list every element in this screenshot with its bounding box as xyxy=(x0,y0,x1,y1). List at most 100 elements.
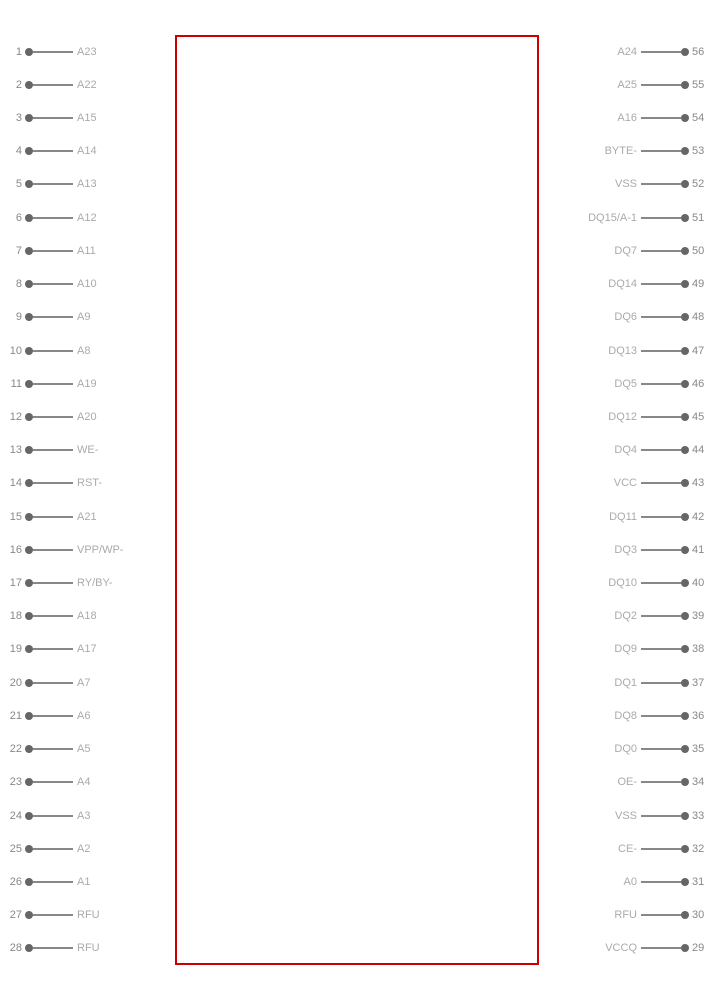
left-pin-row: 8A10 xyxy=(0,274,175,294)
pin-dot xyxy=(25,180,33,188)
pin-label: A2 xyxy=(73,843,90,855)
pin-number: 3 xyxy=(0,112,22,124)
pin-label: DQ5 xyxy=(614,378,641,390)
pin-dot xyxy=(25,645,33,653)
pin-line xyxy=(641,947,681,949)
pin-label: DQ3 xyxy=(614,544,641,556)
left-pin-row: 13 WE- xyxy=(0,440,175,460)
pin-label: A4 xyxy=(73,776,90,788)
right-pin-row: 40DQ10 xyxy=(539,573,714,593)
pin-number: 24 xyxy=(0,810,22,822)
pin-number: 4 xyxy=(0,145,22,157)
left-pin-row: 28 RFU xyxy=(0,938,175,958)
pin-dot xyxy=(681,911,689,919)
pin-label: RFU xyxy=(73,909,100,921)
pin-label: A8 xyxy=(73,345,90,357)
right-pin-row: 49DQ14 xyxy=(539,274,714,294)
pin-line xyxy=(33,549,73,551)
pin-dot xyxy=(681,81,689,89)
pin-line xyxy=(33,183,73,185)
pin-dot xyxy=(681,114,689,122)
pin-number: 47 xyxy=(692,345,714,357)
pin-dot xyxy=(681,612,689,620)
pin-line xyxy=(33,283,73,285)
right-pin-row: 51DQ15/A-1 xyxy=(539,208,714,228)
pin-line xyxy=(641,748,681,750)
pin-line xyxy=(33,582,73,584)
left-pin-row: 6A12 xyxy=(0,208,175,228)
pin-dot xyxy=(681,546,689,554)
pin-label: WE- xyxy=(73,444,98,456)
right-pin-row: 39DQ2 xyxy=(539,606,714,626)
pin-line xyxy=(641,283,681,285)
pin-line xyxy=(33,250,73,252)
pin-number: 21 xyxy=(0,710,22,722)
pin-label: A10 xyxy=(73,278,97,290)
pin-line xyxy=(33,715,73,717)
left-pin-row: 26A1 xyxy=(0,872,175,892)
pin-label: BYTE- xyxy=(605,145,641,157)
pin-number: 22 xyxy=(0,743,22,755)
pin-label: RST- xyxy=(73,477,102,489)
pin-label: VPP/WP- xyxy=(73,544,123,556)
right-pin-row: 47 DQ13 xyxy=(539,341,714,361)
pin-dot xyxy=(25,513,33,521)
pin-number: 25 xyxy=(0,843,22,855)
pin-number: 49 xyxy=(692,278,714,290)
pin-label: A20 xyxy=(73,411,97,423)
pin-line xyxy=(33,350,73,352)
pin-label: RFU xyxy=(73,942,100,954)
pin-number: 51 xyxy=(692,212,714,224)
pin-dot xyxy=(681,347,689,355)
left-pin-row: 19A17 xyxy=(0,639,175,659)
pin-dot xyxy=(681,712,689,720)
pin-label: A22 xyxy=(73,79,97,91)
pin-number: 34 xyxy=(692,776,714,788)
left-pin-row: 1A23 xyxy=(0,42,175,62)
pin-dot xyxy=(25,413,33,421)
left-pin-row: 23A4 xyxy=(0,772,175,792)
pin-label: A25 xyxy=(617,79,641,91)
pin-dot xyxy=(25,147,33,155)
left-pin-row: 17RY/BY- xyxy=(0,573,175,593)
right-pin-row: 42DQ11 xyxy=(539,507,714,527)
pin-label: VCC xyxy=(614,477,641,489)
pin-dot xyxy=(25,944,33,952)
pin-line xyxy=(641,648,681,650)
pin-dot xyxy=(25,446,33,454)
pin-line xyxy=(641,781,681,783)
left-pin-row: 18A18 xyxy=(0,606,175,626)
pin-dot xyxy=(25,214,33,222)
right-pin-row: 30RFU xyxy=(539,905,714,925)
right-pin-row: 33VSS xyxy=(539,806,714,826)
pin-dot xyxy=(681,280,689,288)
pin-number: 28 xyxy=(0,942,22,954)
pin-number: 13 xyxy=(0,444,22,456)
pin-number: 50 xyxy=(692,245,714,257)
right-pin-row: 52VSS xyxy=(539,174,714,194)
pin-dot xyxy=(25,878,33,886)
right-pin-row: 44DQ4 xyxy=(539,440,714,460)
pin-label: A5 xyxy=(73,743,90,755)
pin-label: A1 xyxy=(73,876,90,888)
left-pin-row: 5A13 xyxy=(0,174,175,194)
pin-line xyxy=(33,516,73,518)
pin-line xyxy=(33,648,73,650)
pin-line xyxy=(33,848,73,850)
pin-line xyxy=(33,416,73,418)
pin-number: 14 xyxy=(0,477,22,489)
pin-number: 16 xyxy=(0,544,22,556)
pin-label: DQ13 xyxy=(608,345,641,357)
pin-dot xyxy=(681,313,689,321)
pin-dot xyxy=(25,845,33,853)
left-pin-row: 16 VPP/WP- xyxy=(0,540,175,560)
pin-dot xyxy=(25,247,33,255)
pin-label: DQ1 xyxy=(614,677,641,689)
pin-label: A24 xyxy=(617,46,641,58)
right-pin-row: 31A0 xyxy=(539,872,714,892)
pin-dot xyxy=(25,380,33,388)
pin-dot xyxy=(681,579,689,587)
pin-number: 29 xyxy=(692,942,714,954)
pin-line xyxy=(641,51,681,53)
right-pin-row: 43VCC xyxy=(539,473,714,493)
